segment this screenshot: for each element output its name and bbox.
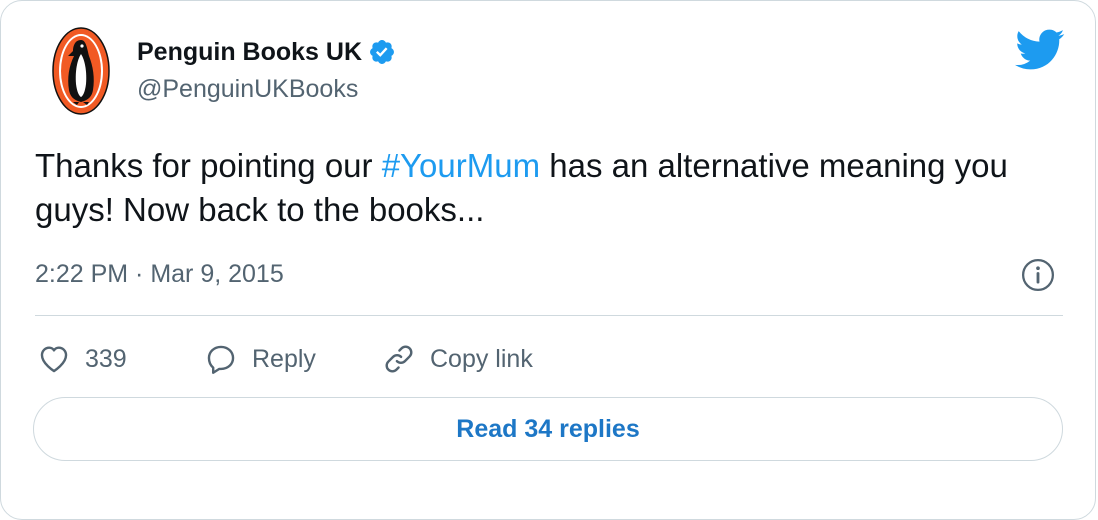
copy-link-button[interactable]: Copy link <box>382 339 533 379</box>
like-count: 339 <box>85 344 127 373</box>
info-icon[interactable] <box>1021 258 1055 292</box>
twitter-bird-icon[interactable] <box>1015 29 1065 71</box>
tweet-text: Thanks for pointing our #YourMum has an … <box>35 144 1055 232</box>
tweet-card: Penguin Books UK @PenguinUKBooks Thanks … <box>0 0 1096 520</box>
reply-bubble-icon <box>207 345 235 374</box>
link-icon <box>385 345 413 373</box>
heart-icon <box>40 346 68 373</box>
tweet-text-part: Thanks for pointing our <box>35 147 382 184</box>
penguin-logo-icon[interactable] <box>51 26 111 116</box>
reply-button[interactable]: Reply <box>204 339 316 379</box>
divider <box>35 315 1063 316</box>
hashtag-link[interactable]: #YourMum <box>382 147 540 184</box>
author-handle[interactable]: @PenguinUKBooks <box>137 75 358 104</box>
read-replies-button[interactable]: Read 34 replies <box>33 397 1063 461</box>
tweet-timestamp[interactable]: 2:22 PM · Mar 9, 2015 <box>35 260 284 289</box>
reply-label: Reply <box>252 344 316 373</box>
author-display-name[interactable]: Penguin Books UK <box>137 38 362 67</box>
copy-link-label: Copy link <box>430 344 533 373</box>
read-replies-label: Read 34 replies <box>456 414 640 443</box>
verified-badge-icon <box>370 40 394 64</box>
author-name-row: Penguin Books UK <box>137 35 396 69</box>
like-button[interactable]: 339 <box>37 339 127 379</box>
